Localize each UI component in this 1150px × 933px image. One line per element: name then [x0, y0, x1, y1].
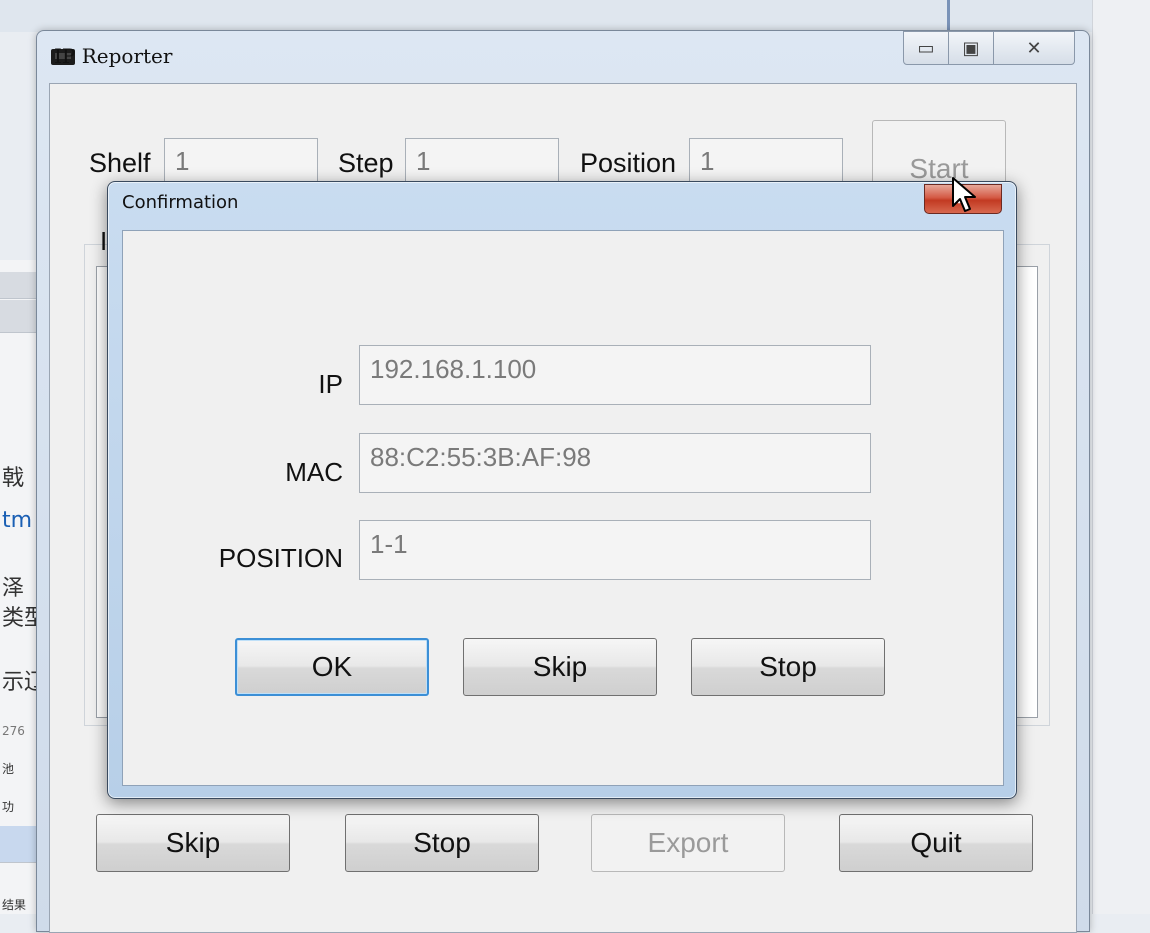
step-label: Step: [338, 148, 394, 178]
background-window-right: [947, 0, 1150, 914]
background-window-left: 戟 tm 泽 类型 示辽 276 池 功 结果: [0, 260, 37, 914]
export-button[interactable]: Export: [591, 814, 785, 872]
background-text-fragment: 示辽: [2, 670, 36, 695]
background-text-fragment: tm: [2, 508, 33, 533]
mouse-cursor-icon: [952, 177, 976, 212]
mac-label: MAC: [285, 457, 343, 487]
dialog-stop-button[interactable]: Stop: [691, 638, 885, 696]
ip-field[interactable]: 192.168.1.100: [359, 345, 871, 405]
position-label: POSITION: [218, 543, 343, 573]
skip-button[interactable]: Skip: [96, 814, 290, 872]
stop-button[interactable]: Stop: [345, 814, 539, 872]
dialog-skip-button[interactable]: Skip: [463, 638, 657, 696]
background-text-fragment: 泽: [2, 576, 25, 601]
background-toolbar-strip: [0, 300, 36, 333]
background-text-fragment: 戟: [2, 466, 25, 491]
dialog-client-area: IP 192.168.1.100 MAC 88:C2:55:3B:AF:98 P…: [122, 230, 1004, 786]
background-text-fragment: 结果: [2, 898, 27, 912]
window-title: IP Reporter: [54, 44, 173, 68]
background-text-fragment: 功: [2, 800, 15, 814]
confirmation-dialog: Confirmation ✕ IP 192.168.1.100 MAC 88:C…: [107, 181, 1017, 799]
shelf-label: Shelf: [89, 148, 151, 178]
background-selected-row: [0, 826, 36, 863]
dialog-title: Confirmation: [122, 192, 239, 213]
position-label: Position: [580, 148, 677, 178]
quit-button[interactable]: Quit: [839, 814, 1033, 872]
background-text-fragment: 池: [2, 762, 15, 776]
minimize-icon[interactable]: ▭: [903, 31, 949, 65]
maximize-icon[interactable]: ▣: [948, 31, 994, 65]
background-toolbar-strip: [0, 272, 36, 299]
desktop-background-top: [0, 0, 1150, 32]
ip-label: IP: [318, 369, 343, 399]
mac-field[interactable]: 88:C2:55:3B:AF:98: [359, 433, 871, 493]
ok-button[interactable]: OK: [235, 638, 429, 696]
background-text-fragment: 276: [2, 724, 25, 738]
close-icon[interactable]: ✕: [993, 31, 1075, 65]
position-field[interactable]: 1-1: [359, 520, 871, 580]
background-text-fragment: 类型: [2, 606, 36, 631]
